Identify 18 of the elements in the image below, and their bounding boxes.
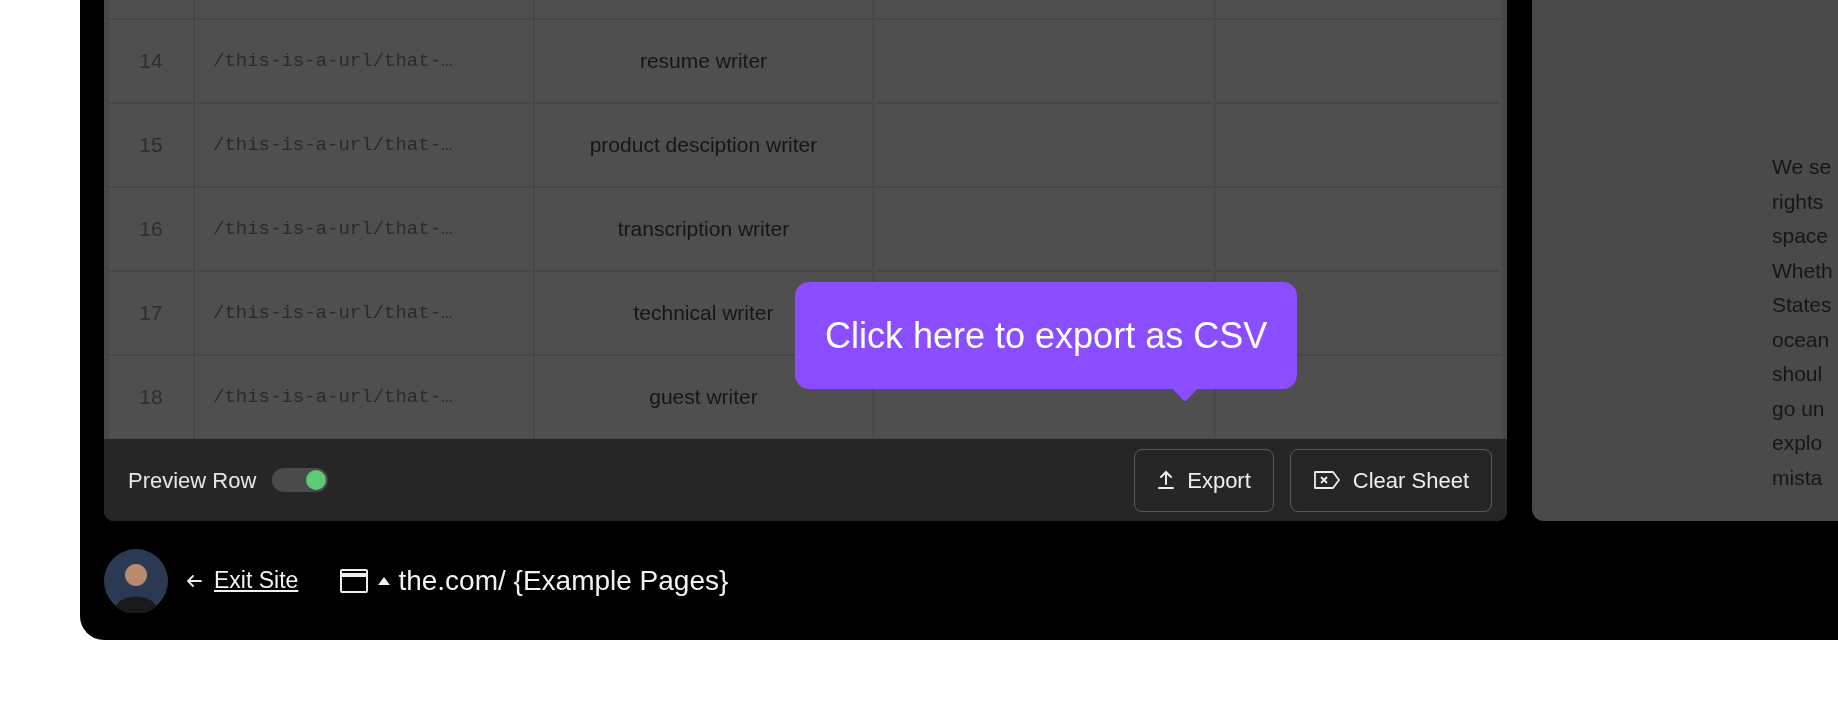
clear-sheet-button[interactable]: Clear Sheet [1289, 448, 1492, 512]
table-cell: guest writer [535, 356, 872, 438]
site-path: the.com/ {Example Pages} [398, 563, 729, 598]
avatar [104, 548, 168, 613]
window-icon [340, 568, 369, 593]
tooltip: Click here to export as CSV [795, 282, 1298, 389]
preview-row-label: Preview Row [128, 466, 257, 495]
table-cell: transcription writer [535, 188, 872, 270]
toggle-switch[interactable] [272, 468, 329, 492]
exit-site-link[interactable]: Exit Site [214, 563, 299, 598]
upload-icon [1157, 470, 1176, 490]
table-cell: resume writer [535, 20, 872, 102]
tooltip-arrow-icon [1170, 386, 1200, 402]
table-cell: product desciption writer [535, 104, 872, 186]
export-button[interactable]: Export [1134, 448, 1274, 512]
clear-tag-icon [1312, 470, 1341, 490]
back-arrow-icon [186, 573, 202, 588]
caret-up-icon [378, 576, 391, 585]
